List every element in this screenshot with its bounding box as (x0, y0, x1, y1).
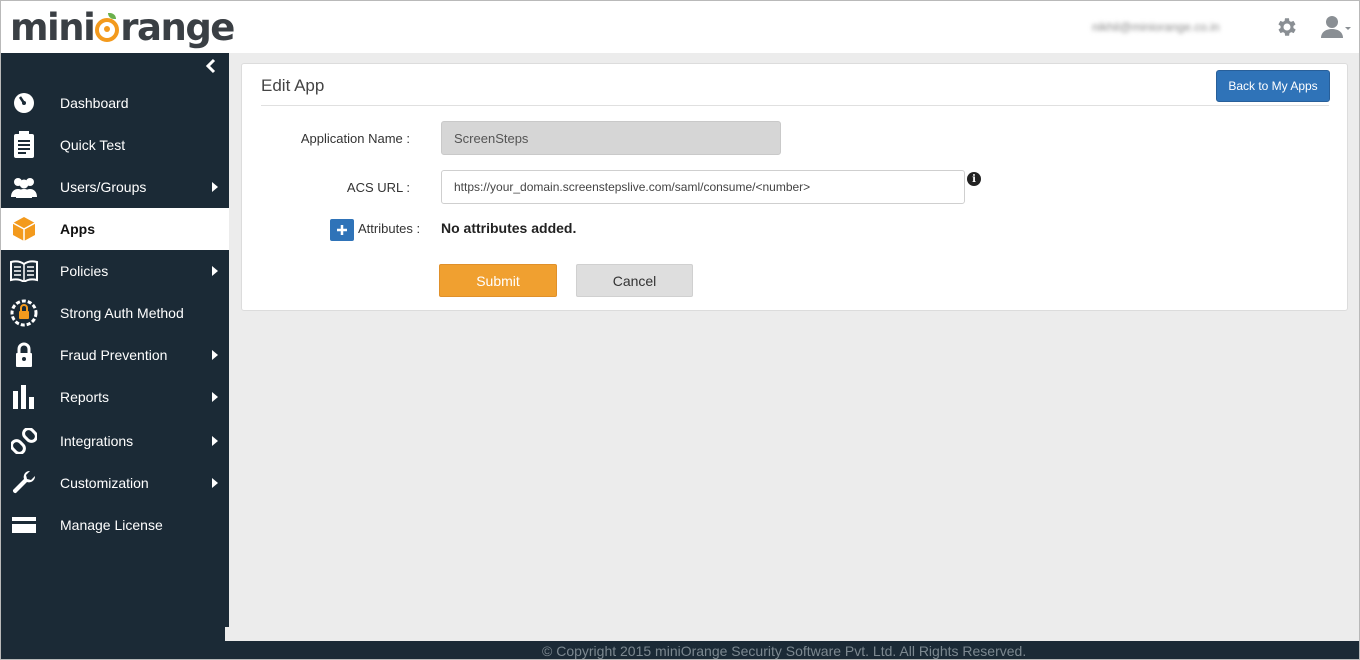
sidebar-item-fraud-prevention[interactable]: Fraud Prevention (0, 334, 229, 376)
sidebar-item-integrations[interactable]: Integrations (0, 420, 229, 462)
sidebar-item-dashboard[interactable]: Dashboard (0, 82, 229, 124)
footer-left (0, 641, 229, 660)
sidebar-item-label: Fraud Prevention (60, 347, 168, 363)
sidebar-item-label: Integrations (60, 433, 134, 449)
user-menu[interactable] (1320, 14, 1354, 40)
sidebar-item-strong-auth-method[interactable]: Strong Auth Method (0, 292, 229, 334)
attributes-label: Attributes : (358, 221, 421, 236)
sidebar-item-manage-license[interactable]: Manage License (0, 504, 229, 546)
sidebar-item-policies[interactable]: Policies (0, 250, 229, 292)
top-header: mini range nikhil@miniorange.co.in (0, 0, 1360, 53)
wrench-icon (10, 469, 38, 497)
sidebar-item-label: Strong Auth Method (60, 305, 184, 321)
bar-chart-icon (10, 383, 38, 411)
users-icon (10, 173, 38, 201)
sidebar-item-label: Manage License (60, 517, 163, 533)
sidebar-item-label: Reports (60, 389, 110, 405)
no-attributes-message: No attributes added. (441, 220, 577, 236)
chevron-right-icon (212, 436, 218, 446)
chevron-right-icon (212, 182, 218, 192)
sidebar-tail (0, 627, 225, 641)
link-icon (10, 427, 38, 455)
sidebar-item-label: Policies (60, 263, 109, 279)
logo-o-icon (95, 13, 120, 42)
sidebar-item-customization[interactable]: Customization (0, 462, 229, 504)
sidebar-item-quick-test[interactable]: Quick Test (0, 124, 229, 166)
dashboard-icon (10, 89, 38, 117)
clipboard-icon (10, 131, 38, 159)
sidebar-item-users-groups[interactable]: Users/Groups (0, 166, 229, 208)
user-icon (1321, 16, 1351, 38)
caret-down-icon (1345, 27, 1351, 30)
shield-lock-icon (10, 299, 38, 327)
sidebar-item-label: Customization (60, 475, 149, 491)
acs-url-input[interactable]: https://your_domain.screenstepslive.com/… (441, 170, 965, 204)
chevron-right-icon (212, 266, 218, 276)
sidebar-item-label: Quick Test (60, 137, 126, 153)
copyright-text: © Copyright 2015 miniOrange Security Sof… (542, 642, 1027, 659)
lock-icon (10, 341, 38, 369)
edit-app-panel: Edit App Back to My Apps Application Nam… (241, 63, 1348, 311)
user-email: nikhil@miniorange.co.in (1092, 20, 1220, 34)
footer: © Copyright 2015 miniOrange Security Sof… (229, 641, 1360, 660)
submit-button[interactable]: Submit (439, 264, 557, 297)
page-title: Edit App (261, 76, 325, 95)
miniorange-logo[interactable]: mini range (10, 5, 235, 49)
chevron-left-icon[interactable] (203, 58, 219, 74)
sidebar-item-label: Users/Groups (60, 179, 147, 195)
sidebar-item-label: Dashboard (60, 95, 129, 111)
chevron-right-icon (212, 392, 218, 402)
sidebar-item-label: Apps (60, 221, 95, 237)
credit-card-icon (10, 511, 38, 539)
box-icon (10, 215, 38, 243)
chevron-right-icon (212, 350, 218, 360)
cancel-button[interactable]: Cancel (576, 264, 693, 297)
application-name-label: Application Name : (300, 131, 410, 146)
divider (261, 105, 1329, 106)
book-icon (10, 257, 38, 285)
acs-url-label: ACS URL : (346, 180, 410, 195)
application-name-field[interactable]: ScreenSteps (441, 121, 781, 155)
sidebar-item-reports[interactable]: Reports (0, 376, 229, 418)
gear-icon[interactable] (1275, 15, 1299, 39)
sidebar: Dashboard Quick Test Users/Groups Apps P… (0, 53, 229, 627)
sidebar-item-apps[interactable]: Apps (0, 208, 229, 250)
add-attribute-button[interactable] (330, 219, 354, 241)
plus-icon (337, 225, 347, 235)
info-icon[interactable]: i (967, 172, 981, 186)
back-to-my-apps-button[interactable]: Back to My Apps (1216, 70, 1330, 102)
logo-text-left: mini (10, 5, 96, 49)
logo-text-right: range (120, 5, 235, 49)
chevron-right-icon (212, 478, 218, 488)
